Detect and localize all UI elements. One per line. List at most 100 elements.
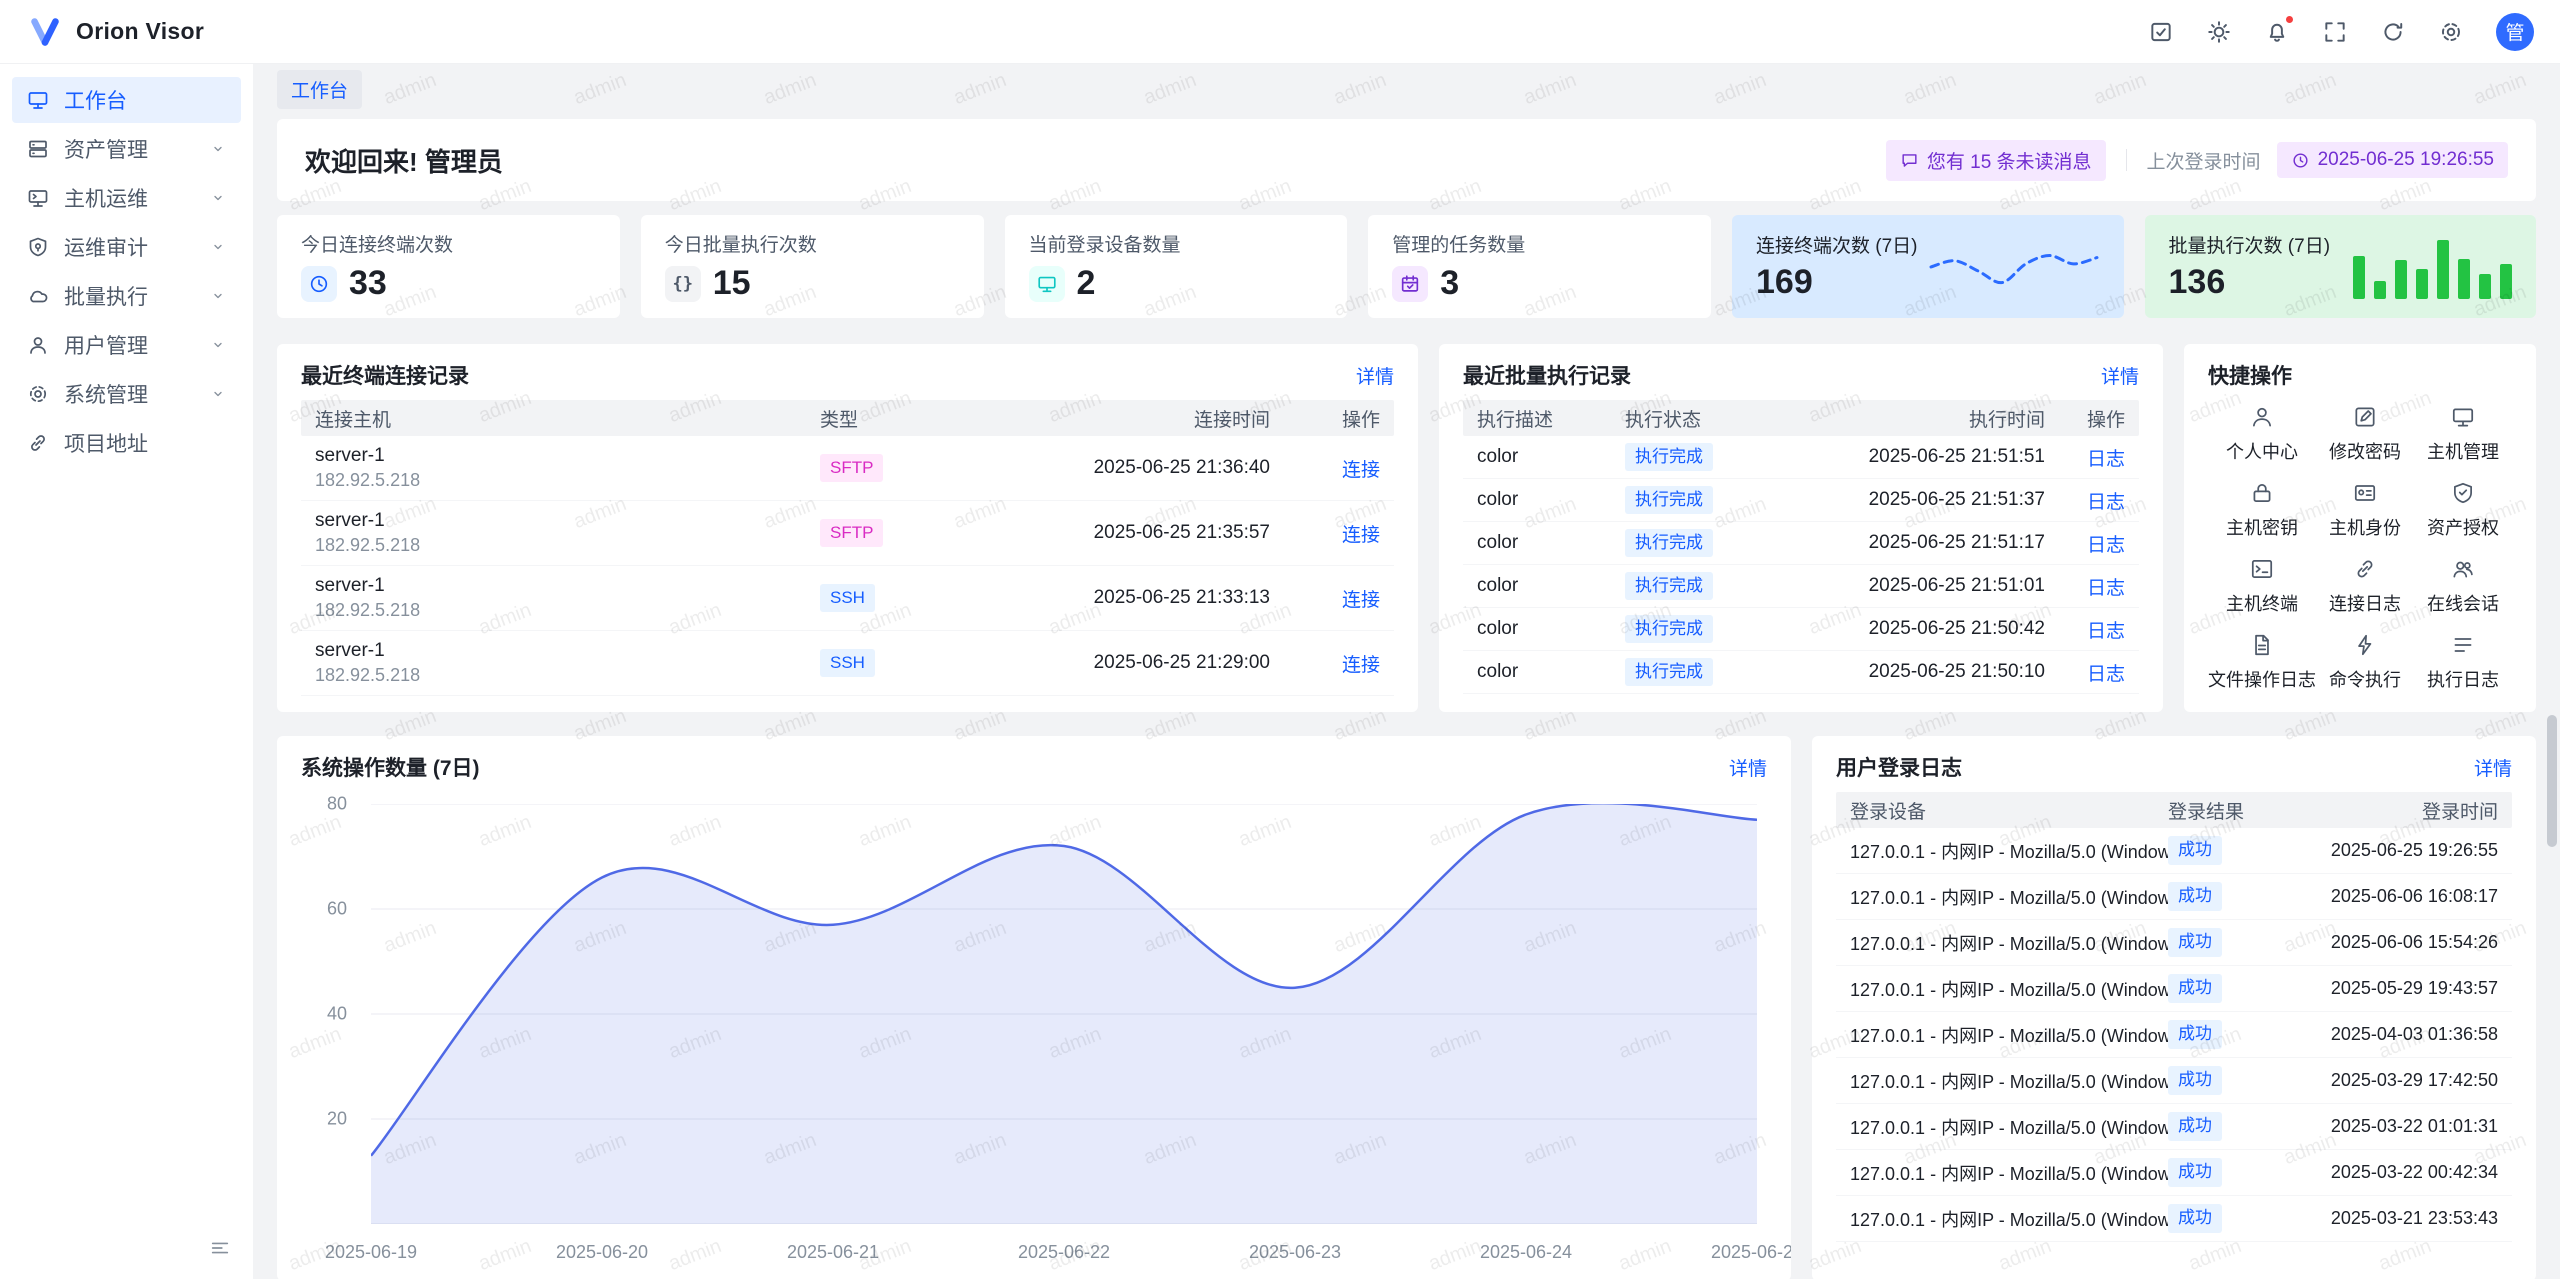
login-detail-link[interactable]: 详情 <box>2474 754 2512 781</box>
column-header: 类型 <box>820 405 950 432</box>
protocol-tag: SFTP <box>820 454 883 482</box>
quick-action-asset-grant[interactable]: 资产授权 <box>2414 472 2512 548</box>
log-link[interactable]: 日志 <box>2087 535 2125 556</box>
sidebar-item-project-link[interactable]: 项目地址 <box>12 420 241 466</box>
quick-action-host-identity[interactable]: 主机身份 <box>2316 472 2414 548</box>
sidebar-item-workbench[interactable]: 工作台 <box>12 77 241 123</box>
table-row: 127.0.0.1 - 内网IP - Mozilla/5.0 (Windows … <box>1836 1058 2512 1104</box>
stat-label: 管理的任务数量 <box>1392 230 1687 257</box>
quick-action-connect-log[interactable]: 连接日志 <box>2316 548 2414 624</box>
batch-detail-link[interactable]: 详情 <box>2101 362 2139 389</box>
theme-icon[interactable] <box>2206 19 2232 45</box>
fullscreen-icon[interactable] <box>2322 19 2348 45</box>
exec-desc: color <box>1477 532 1625 554</box>
command-exec-icon <box>2352 632 2378 658</box>
system-operations-card: 系统操作数量 (7日) 详情 20406080 2025-06-192025-0… <box>277 736 1791 1279</box>
column-header: 执行时间 <box>1795 405 2045 432</box>
table-row: color 执行完成 2025-06-25 21:51:37 日志 <box>1463 479 2139 522</box>
card-title: 快捷操作 <box>2208 360 2292 390</box>
quick-action-exec-log[interactable]: 执行日志 <box>2414 624 2512 700</box>
connect-link[interactable]: 连接 <box>1342 460 1380 481</box>
user-avatar[interactable]: 管 <box>2496 13 2534 51</box>
divider <box>2126 149 2127 171</box>
log-link[interactable]: 日志 <box>2087 664 2125 685</box>
sidebar-item-ops-audit[interactable]: 运维审计 <box>12 224 241 270</box>
chart-y-axis: 20406080 <box>301 804 359 1224</box>
log-link[interactable]: 日志 <box>2087 492 2125 513</box>
log-link[interactable]: 日志 <box>2087 578 2125 599</box>
chevron-down-icon <box>209 140 227 158</box>
recent-terminal-connections-card: 最近终端连接记录 详情 连接主机 类型 连接时间 操作 server-1182.… <box>277 344 1418 712</box>
terminal-detail-link[interactable]: 详情 <box>1356 362 1394 389</box>
last-login-time-badge: 2025-06-25 19:26:55 <box>2277 142 2508 178</box>
exec-status-tag: 执行完成 <box>1625 529 1713 557</box>
host-name: server-1 <box>315 575 820 597</box>
exec-desc: color <box>1477 618 1625 640</box>
table-row: 127.0.0.1 - 内网IP - Mozilla/5.0 (Windows … <box>1836 1104 2512 1150</box>
stat-value: 3 <box>1440 264 1459 303</box>
last-login-label: 上次登录时间 <box>2147 147 2261 174</box>
chart-plot-area <box>371 804 1757 1224</box>
column-header: 登录时间 <box>2278 797 2498 824</box>
quick-action-host-management[interactable]: 主机管理 <box>2414 396 2512 472</box>
message-bubble-icon <box>1900 151 1919 170</box>
quick-action-command-exec[interactable]: 命令执行 <box>2316 624 2414 700</box>
quick-action-file-operation-log[interactable]: 文件操作日志 <box>2208 624 2316 700</box>
system-operations-chart: 20406080 2025-06-192025-06-202025-06-212… <box>301 794 1767 1274</box>
protocol-tag: SSH <box>820 584 875 612</box>
refresh-icon[interactable] <box>2380 19 2406 45</box>
syschart-detail-link[interactable]: 详情 <box>1729 754 1767 781</box>
table-row: server-1182.92.5.218 SSH 2025-06-25 21:2… <box>301 631 1394 696</box>
terminal-icon <box>2249 556 2275 582</box>
column-header: 执行描述 <box>1477 405 1625 432</box>
quick-action-label: 主机终端 <box>2226 590 2298 616</box>
breadcrumb[interactable]: 工作台 <box>277 70 362 109</box>
host-identity-icon <box>2352 480 2378 506</box>
notification-icon[interactable] <box>2264 19 2290 45</box>
quick-action-host-key[interactable]: 主机密钥 <box>2208 472 2316 548</box>
table-row: 127.0.0.1 - 内网IP - Mozilla/5.0 (Windows … <box>1836 966 2512 1012</box>
exec-time: 2025-06-25 21:50:10 <box>1795 661 2045 683</box>
quick-action-personal-center[interactable]: 个人中心 <box>2208 396 2316 472</box>
docs-icon[interactable] <box>2148 19 2174 45</box>
sidebar-item-batch-exec[interactable]: 批量执行 <box>12 273 241 319</box>
sidebar-collapse-button[interactable] <box>205 1233 235 1263</box>
quick-action-host-terminal[interactable]: 主机终端 <box>2208 548 2316 624</box>
sidebar-item-system-management[interactable]: 系统管理 <box>12 371 241 417</box>
quick-action-change-password[interactable]: 修改密码 <box>2316 396 2414 472</box>
stat-card-today-batch: 今日批量执行次数 {} 15 <box>641 215 984 318</box>
login-result-tag: 成功 <box>2168 1066 2222 1094</box>
exec-time: 2025-06-25 21:50:42 <box>1795 618 2045 640</box>
quick-action-online-session[interactable]: 在线会话 <box>2414 548 2512 624</box>
login-device: 127.0.0.1 - 内网IP - Mozilla/5.0 (Windows … <box>1850 884 2168 910</box>
login-result-tag: 成功 <box>2168 1158 2222 1186</box>
sidebar-item-host-ops[interactable]: 主机运维 <box>12 175 241 221</box>
quick-action-label: 命令执行 <box>2329 666 2401 692</box>
chevron-down-icon <box>209 189 227 207</box>
sidebar-item-asset-management[interactable]: 资产管理 <box>12 126 241 172</box>
stat-value: 15 <box>713 264 751 303</box>
table-row: 127.0.0.1 - 内网IP - Mozilla/5.0 (Windows … <box>1836 874 2512 920</box>
quick-action-label: 文件操作日志 <box>2208 666 2316 692</box>
exec-status-tag: 执行完成 <box>1625 572 1713 600</box>
users-icon <box>26 333 50 357</box>
scrollbar-thumb[interactable] <box>2547 715 2557 847</box>
quick-actions-grid: 个人中心 修改密码 主机管理 主机密钥 主机身份 <box>2208 396 2512 700</box>
host-ip: 182.92.5.218 <box>315 665 820 686</box>
sidebar-item-label: 批量执行 <box>64 281 148 311</box>
table-row: server-1182.92.5.218 SFTP 2025-06-25 21:… <box>301 501 1394 566</box>
last-login-time: 2025-06-25 19:26:55 <box>2318 149 2494 171</box>
connect-link[interactable]: 连接 <box>1342 525 1380 546</box>
quick-action-label: 个人中心 <box>2226 438 2298 464</box>
log-link[interactable]: 日志 <box>2087 449 2125 470</box>
log-link[interactable]: 日志 <box>2087 621 2125 642</box>
settings-icon[interactable] <box>2438 19 2464 45</box>
unread-messages-badge[interactable]: 您有 15 条未读消息 <box>1886 140 2106 181</box>
sidebar-item-user-management[interactable]: 用户管理 <box>12 322 241 368</box>
column-header: 操作 <box>1270 405 1380 432</box>
connect-link[interactable]: 连接 <box>1342 590 1380 611</box>
monitor-icon <box>1029 266 1065 302</box>
connect-link[interactable]: 连接 <box>1342 655 1380 676</box>
batch-7d-bar-sparkline <box>2340 235 2512 299</box>
exec-log-icon <box>2450 632 2476 658</box>
